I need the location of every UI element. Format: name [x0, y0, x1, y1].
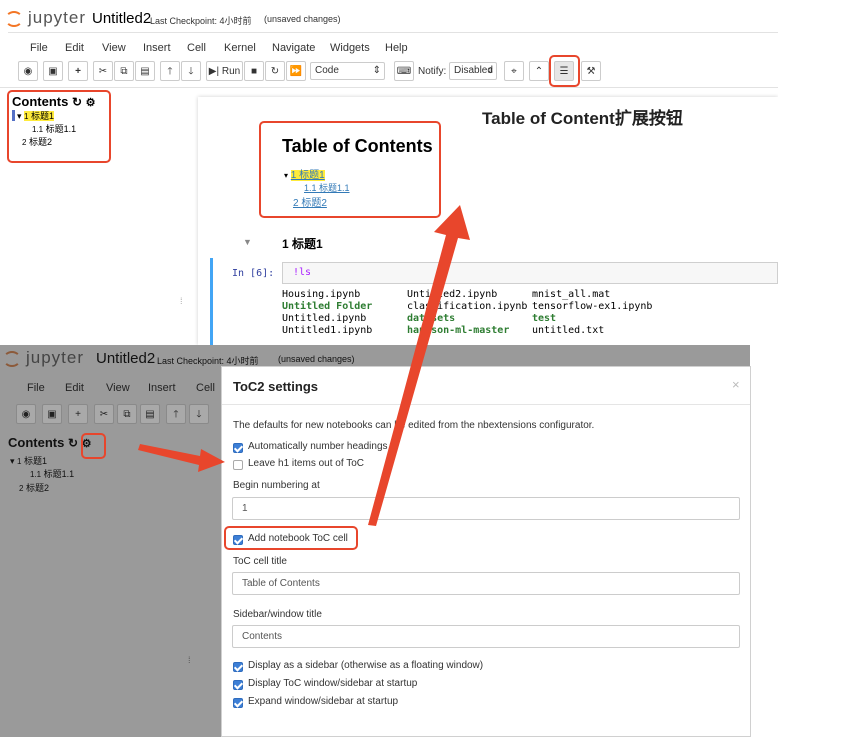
- annotation-arrows: [138, 205, 470, 526]
- arrow-to-settings: [138, 444, 225, 472]
- arrow-to-toc-cell: [368, 205, 470, 526]
